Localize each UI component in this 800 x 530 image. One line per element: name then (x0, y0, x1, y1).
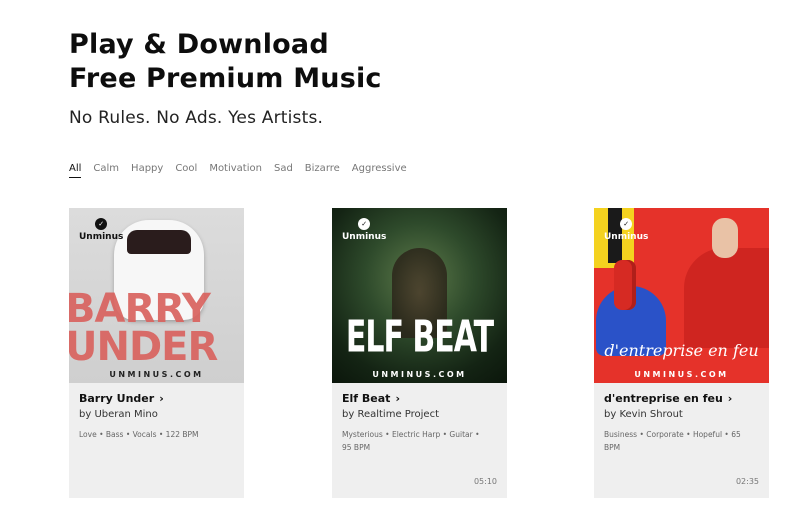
album-cover[interactable]: ✓ Unminus ELF BEAT UNMINUS.COM (332, 208, 507, 383)
unminus-logo-icon: ✓ (358, 218, 371, 230)
tab-motivation[interactable]: Motivation (209, 163, 262, 178)
cover-site: UNMINUS.COM (372, 370, 467, 379)
unminus-logo: ✓ Unminus (79, 218, 123, 242)
track-artist: by Kevin Shrout (604, 409, 683, 420)
track-title: d'entreprise en feu (604, 392, 723, 405)
page-title: Play & Download Free Premium Music (69, 28, 382, 96)
chevron-right-icon: › (159, 392, 164, 405)
car-windshield (127, 230, 191, 254)
tab-cool[interactable]: Cool (175, 163, 197, 178)
brand-label: Unminus (604, 232, 649, 242)
track-title-link[interactable]: Barry Under › (79, 392, 234, 405)
track-info: Elf Beat › by Realtime Project Mysterious… (332, 383, 507, 498)
tab-happy[interactable]: Happy (131, 163, 163, 178)
tab-calm[interactable]: Calm (93, 163, 119, 178)
track-card-dentreprise-en-feu[interactable]: ✓ Unminus d'entreprise en feu UNMINUS.CO… (594, 208, 769, 498)
tab-sad[interactable]: Sad (274, 163, 293, 178)
track-title-link[interactable]: Elf Beat › (342, 392, 497, 405)
track-tags: Love • Bass • Vocals • 122 BPM (79, 430, 199, 439)
track-info: Barry Under › by Uberan Mino Love • Bass … (69, 383, 244, 498)
unminus-logo-icon: ✓ (620, 218, 633, 230)
track-title-link[interactable]: d'entreprise en feu › (604, 392, 759, 405)
track-tags: Mysterious • Electric Harp • Guitar • 95… (342, 430, 480, 452)
track-card-barry-under[interactable]: ✓ Unminus BARRY UNDER UNMINUS.COM Barry … (69, 208, 244, 498)
cover-title: BARRY UNDER (69, 286, 218, 370)
brand-label: Unminus (342, 232, 387, 242)
mood-filter-tabs: All Calm Happy Cool Motivation Sad Bizar… (69, 163, 419, 178)
tab-all[interactable]: All (69, 163, 82, 178)
red-cylinder-shape (614, 260, 636, 310)
hand-illustration (712, 218, 738, 258)
track-title: Elf Beat (342, 392, 391, 405)
tab-aggressive[interactable]: Aggressive (352, 163, 407, 178)
track-info: d'entreprise en feu › by Kevin Shrout Bus… (594, 383, 769, 498)
cover-site: UNMINUS.COM (109, 370, 204, 379)
red-fabric-shape (684, 248, 769, 348)
album-cover[interactable]: ✓ Unminus BARRY UNDER UNMINUS.COM (69, 208, 244, 383)
unminus-logo-icon: ✓ (95, 218, 108, 230)
tab-bizarre[interactable]: Bizarre (305, 163, 340, 178)
cover-title: ELF BEAT (345, 312, 494, 363)
track-artist: by Uberan Mino (79, 409, 158, 420)
chevron-right-icon: › (395, 392, 400, 405)
track-duration: 02:35 (735, 477, 759, 486)
album-cover[interactable]: ✓ Unminus d'entreprise en feu UNMINUS.CO… (594, 208, 769, 383)
unminus-logo: ✓ Unminus (342, 218, 386, 242)
track-title: Barry Under (79, 392, 155, 405)
cover-site: UNMINUS.COM (634, 370, 729, 379)
track-duration: 05:10 (473, 477, 497, 486)
title-line-1: Play & Download (69, 29, 329, 60)
track-tags: Business • Corporate • Hopeful • 65 BPM (604, 430, 741, 452)
chevron-right-icon: › (727, 392, 733, 405)
hero: Play & Download Free Premium Music No Ru… (69, 28, 382, 128)
unminus-logo: ✓ Unminus (604, 218, 648, 242)
title-line-2: Free Premium Music (69, 63, 382, 94)
cover-title: d'entreprise en feu (604, 341, 759, 360)
tagline: No Rules. No Ads. Yes Artists. (69, 108, 324, 128)
brand-label: Unminus (79, 232, 124, 242)
track-artist: by Realtime Project (342, 409, 439, 420)
track-card-elf-beat[interactable]: ✓ Unminus ELF BEAT UNMINUS.COM Elf Beat ›… (332, 208, 507, 498)
